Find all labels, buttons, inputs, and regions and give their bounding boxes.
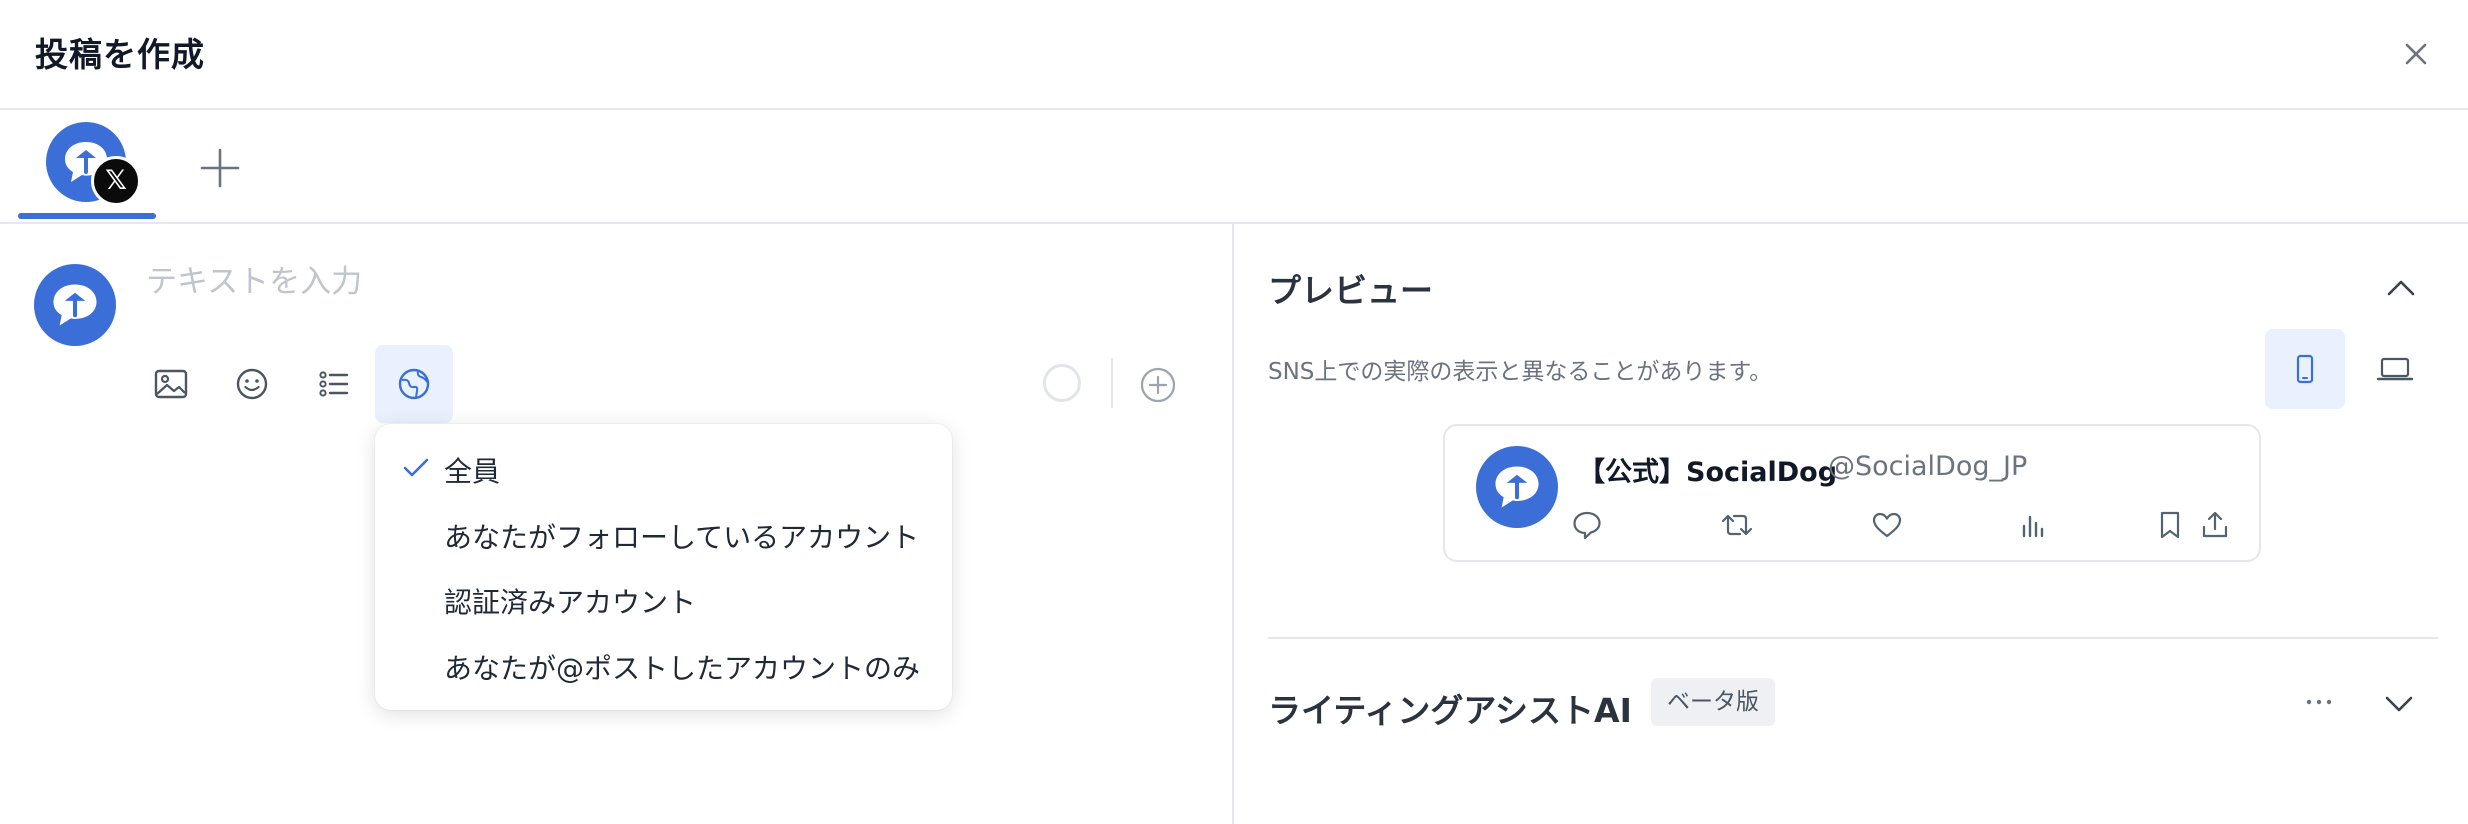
modal-title: 投稿を作成 [35,35,205,74]
writing-assist-title: ライティングアシストAI [1268,691,1632,730]
thread-list-button[interactable] [295,345,373,423]
plus-icon [200,148,240,188]
active-tab-indicator [18,213,156,219]
post-avatar [1476,446,1558,528]
writing-assist-expand-button[interactable] [2376,680,2422,726]
plus-circle-icon [1140,367,1176,403]
reply-audience-button[interactable] [375,345,453,423]
post-text-input[interactable] [146,258,1146,306]
bookmark-icon [2160,511,2180,539]
x-platform-badge: 𝕏 [91,156,141,206]
audience-option-label: 全員 [444,455,501,488]
audience-dropdown-menu: 全員 あなたがフォローしているアカウント 認証済みアカウント あなたが@ポストし… [375,424,952,710]
preview-title: プレビュー [1268,271,1433,310]
preview-collapse-button[interactable] [2378,266,2424,312]
globe-icon [398,368,430,400]
repost-icon [1721,514,1753,536]
share-icon [2202,511,2228,538]
emoji-button[interactable] [213,345,291,423]
audience-option-label: あなたがフォローしているアカウント [444,521,920,554]
close-button[interactable] [2392,30,2440,78]
audience-option-verified[interactable]: 認証済みアカウント [375,568,952,630]
preview-disclaimer: SNS上での実際の表示と異なることがあります。 [1268,359,1773,385]
preview-mobile-toggle[interactable] [2265,329,2345,409]
add-thread-post-button[interactable] [1139,366,1177,404]
list-icon [319,371,349,397]
image-icon [154,369,188,399]
post-handle: @SocialDog_JP [1828,451,2028,482]
audience-option-label: 認証済みアカウント [444,586,697,619]
post-preview-card [1443,424,2261,562]
preview-desktop-toggle[interactable] [2355,329,2435,409]
more-horizontal-icon [2306,699,2332,705]
character-counter-ring [1043,364,1081,402]
chevron-down-icon [2385,696,2413,712]
reply-action[interactable] [1567,505,1607,545]
add-account-button[interactable] [190,138,250,198]
socialdog-logo-icon [1495,466,1539,508]
bookmark-action[interactable] [2150,505,2190,545]
toolbar-divider [1111,358,1113,408]
post-display-name: 【公式】SocialDog [1578,457,1838,488]
audience-option-mentioned[interactable]: あなたが@ポストしたアカウントのみ [375,634,952,696]
socialdog-logo-icon [53,284,97,326]
repost-action[interactable] [1717,505,1757,545]
close-icon [2405,43,2427,65]
audience-option-following[interactable]: あなたがフォローしているアカウント [375,503,952,565]
writing-assist-more-button[interactable] [2296,679,2342,725]
composer-avatar [34,264,116,346]
beta-badge: ベータ版 [1651,678,1775,726]
laptop-icon [2376,357,2414,381]
audience-option-everyone[interactable]: 全員 [375,437,952,499]
share-action[interactable] [2195,505,2235,545]
check-icon [403,458,429,477]
section-divider [1268,637,2438,639]
views-action[interactable] [2013,505,2053,545]
analytics-icon [2022,515,2044,538]
account-tab-bar [0,110,2468,224]
modal-header [0,0,2468,110]
panel-divider [1232,224,1234,824]
add-image-button[interactable] [132,345,210,423]
like-action[interactable] [1867,505,1907,545]
reply-icon [1573,511,1601,540]
audience-option-label: あなたが@ポストしたアカウントのみ [444,652,921,685]
chevron-up-icon [2387,280,2415,296]
emoji-icon [236,368,268,400]
heart-icon [1872,512,1902,538]
smartphone-icon [2296,354,2314,384]
